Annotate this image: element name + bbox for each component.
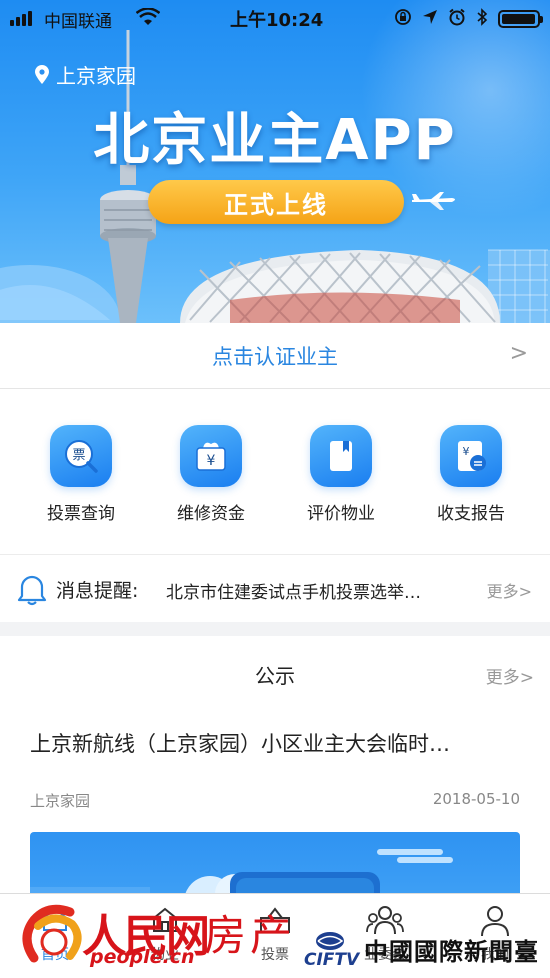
map-pin-icon [35,64,49,84]
article-headline[interactable]: 上京新航线（上京家园）小区业主大会临时… [30,728,520,758]
tab-property[interactable]: 物业 [110,900,220,964]
menu-item-rate-property[interactable]: 评价物业 [286,425,396,524]
tab-vote[interactable]: 投票 [220,900,330,964]
book-icon [310,425,372,487]
ticket-glyph: 票 [72,448,85,463]
location-label: 上京家园 [56,64,136,88]
tab-committee[interactable]: 业委会 [330,900,440,964]
battery-icon [498,10,543,28]
report-yuan-glyph: ¥ [463,445,470,458]
group-icon [366,906,404,935]
launch-badge: 正式上线 [148,180,404,224]
tab-home[interactable]: 首页 [0,900,110,964]
quick-menu: 票 投票查询 ¥ 维修资金 评价物业 ¥ 收支报告 [0,389,550,555]
verify-owner-row[interactable]: 点击认证业主 > [0,323,550,389]
cellular-signal-icon [10,11,32,26]
menu-label-rate-property: 评价物业 [307,504,375,524]
tab-mine[interactable]: 我的 [440,900,550,964]
notice-title: 消息提醒: [56,580,139,602]
carrier-name: 中国联通 [44,12,112,32]
notice-ticker[interactable]: 消息提醒: 北京市住建委试点手机投票选举… 更多> [0,556,550,622]
menu-item-finance-report[interactable]: ¥ 收支报告 [416,425,526,524]
orientation-lock-icon [395,9,411,25]
bluetooth-icon [477,8,488,26]
chevron-right-icon: > [509,341,528,366]
announcement-more-link[interactable]: 更多> [486,663,534,688]
community-location[interactable]: 上京家园 [34,60,136,89]
menu-label-finance-report: 收支报告 [437,504,505,524]
article-date: 2018-05-10 [432,790,520,808]
section-divider [0,622,550,636]
hero-banner[interactable]: 中国联通 上午10:24 上京家园 北京业主APP 正式上线 [0,0,550,323]
menu-label-vote-query: 投票查询 [47,504,115,524]
menu-item-vote-query[interactable]: 票 投票查询 [26,425,136,524]
tab-home-label: 首页 [41,947,69,963]
location-arrow-icon [423,10,437,24]
notice-text: 北京市住建委试点手机投票选举… [166,583,421,603]
banner-title: 北京业主APP [93,108,457,173]
report-icon: ¥ [440,425,502,487]
announcement-title: 公示 [255,664,295,688]
notice-more-link[interactable]: 更多> [487,578,532,602]
ballot-icon [260,907,290,933]
bottom-tab-bar: 首页 物业 投票 业委会 我的 [0,893,550,978]
user-icon [481,906,509,937]
tab-mine-label: 我的 [481,947,509,963]
status-right-icons [394,8,488,26]
article-source: 上京家园 [30,792,91,810]
money-bag-icon: ¥ [180,425,242,487]
announcement-card[interactable]: 上京新航线（上京家园）小区业主大会临时… 上京家园 2018-05-10 [0,710,550,932]
bell-icon [17,575,47,606]
home-icon [43,906,67,931]
status-bar: 中国联通 上午10:24 [0,0,550,36]
menu-label-repair-fund: 维修资金 [177,504,245,524]
menu-item-repair-fund[interactable]: ¥ 维修资金 [156,425,266,524]
ticket-search-icon: 票 [50,425,112,487]
tab-vote-label: 投票 [261,947,289,963]
verify-owner-label: 点击认证业主 [212,344,338,369]
building-icon [153,907,177,932]
tab-property-label: 物业 [151,947,179,963]
tab-committee-label: 业委会 [364,947,406,963]
alarm-icon [449,8,465,26]
status-time: 上午10:24 [230,10,324,31]
yuan-glyph: ¥ [207,453,216,469]
wifi-icon [136,8,160,25]
announcement-header: 公示 更多> [0,636,550,710]
